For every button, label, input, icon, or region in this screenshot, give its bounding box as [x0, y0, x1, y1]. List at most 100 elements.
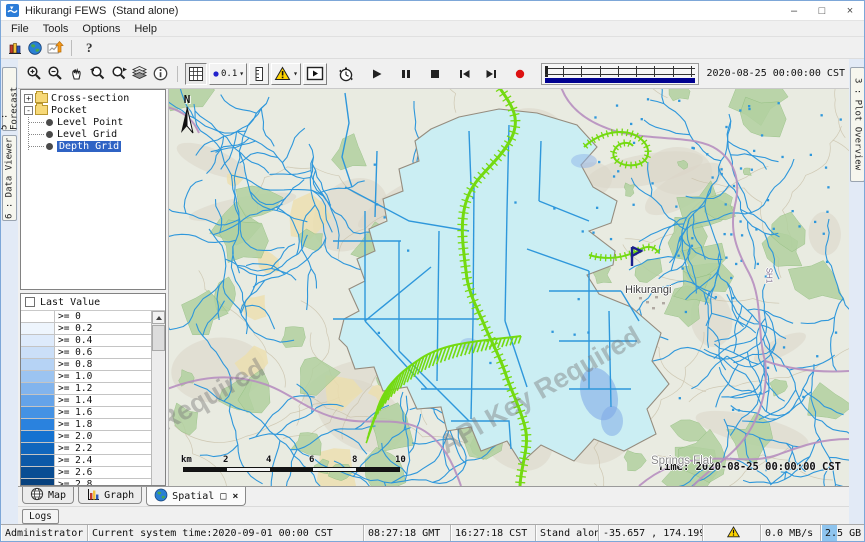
scale-ruler-button[interactable]	[249, 63, 269, 85]
warning-icon[interactable]	[727, 526, 740, 541]
gauge-dot	[721, 173, 723, 175]
gauge-dot	[679, 397, 681, 399]
play-button[interactable]	[367, 64, 388, 84]
gauge-dot	[677, 255, 679, 257]
time-slider[interactable]	[541, 63, 699, 85]
last-value-checkbox[interactable]	[25, 297, 35, 307]
dock-tab-3-plot-overview[interactable]: 3 : Plot Overview	[850, 67, 865, 182]
spatial-globe-icon	[154, 488, 168, 505]
zoom-next-icon[interactable]	[108, 64, 129, 84]
status-warning-cell[interactable]	[703, 525, 761, 541]
spatial-display-icon[interactable]	[25, 39, 45, 57]
time-tick	[563, 66, 564, 77]
scrollbar-thumb[interactable]	[152, 325, 165, 351]
layers-icon[interactable]	[129, 64, 150, 84]
set-time-icon[interactable]	[336, 64, 357, 84]
main-toolbar: ?	[1, 37, 864, 59]
data-display-icon[interactable]	[45, 39, 65, 57]
threshold-dropdown-button[interactable]: 0.1 ▾	[209, 63, 247, 85]
time-slider-range-bar	[545, 78, 695, 83]
gauge-dot	[826, 261, 828, 263]
tab-spatial[interactable]: Spatial□×	[146, 487, 246, 506]
tab-close-icon[interactable]: ×	[232, 491, 238, 502]
dock-tab-6-data-viewer[interactable]: 6 : Data Viewer	[2, 135, 17, 221]
help-button[interactable]: ?	[78, 40, 101, 56]
tree-item-label: Depth Grid	[57, 141, 121, 152]
explorer-icon[interactable]	[5, 39, 25, 57]
info-icon[interactable]	[150, 64, 171, 84]
menu-file[interactable]: File	[4, 23, 36, 35]
gauge-dot	[633, 142, 635, 144]
scrollbar-track[interactable]	[152, 351, 165, 486]
building	[662, 302, 665, 304]
maximize-button[interactable]: □	[808, 5, 836, 17]
legend-panel: Last Value >= 0>= 0.2>= 0.4>= 0.6>= 0.8>…	[20, 293, 166, 486]
gauge-dot	[759, 392, 761, 394]
tree-item-level-grid[interactable]: Level Grid	[21, 128, 165, 140]
legend-label: >= 2.0	[55, 431, 151, 442]
gauge-dot	[725, 126, 727, 128]
legend-row: >= 1.6	[21, 407, 151, 419]
zoom-out-icon[interactable]	[45, 64, 66, 84]
status-cell-0-0-mb-s: 0.0 MB/s	[761, 525, 821, 541]
threshold-value: 0.1	[221, 69, 237, 79]
tree-item-depth-grid[interactable]: Depth Grid	[21, 140, 165, 152]
scroll-up-button[interactable]	[152, 311, 165, 324]
tab-graph[interactable]: Graph	[78, 487, 142, 504]
legend-scrollbar[interactable]	[151, 311, 165, 486]
tree-item-label: Level Point	[57, 117, 123, 128]
arrow-up-icon	[156, 316, 162, 320]
cross-section-tick	[521, 435, 531, 436]
legend-row: >= 2.6	[21, 467, 151, 479]
logs-button[interactable]: Logs	[22, 509, 59, 524]
dock-tab-5-forecast[interactable]: 5 : Forecast	[2, 67, 17, 131]
north-label: N	[179, 93, 195, 106]
chevron-down-icon: ▾	[239, 69, 244, 78]
zoom-previous-icon[interactable]	[87, 64, 108, 84]
cross-section-tick	[458, 242, 468, 243]
tree-item-pocket[interactable]: - Pocket	[21, 104, 165, 116]
tree-branch-line	[29, 122, 44, 123]
gauge-dot	[732, 409, 734, 411]
status-bar: AdministratorCurrent system time:2020-09…	[1, 524, 865, 541]
menu-tools[interactable]: Tools	[36, 23, 76, 35]
tree-expander-icon[interactable]: +	[24, 94, 33, 103]
tab-maximize-icon[interactable]: □	[220, 491, 226, 502]
tree-item-level-point[interactable]: Level Point	[21, 116, 165, 128]
legend-row: >= 2.4	[21, 455, 151, 467]
close-button[interactable]: ×	[836, 5, 864, 17]
time-slider-track[interactable]	[545, 66, 695, 76]
node-bullet-icon	[46, 119, 53, 126]
legend-row: >= 1.4	[21, 395, 151, 407]
gauge-dot	[751, 169, 753, 171]
menu-help[interactable]: Help	[127, 23, 164, 35]
thresholds-warning-button[interactable]: ▾	[271, 63, 301, 85]
tree-item-label: Pocket	[51, 105, 87, 116]
gauge-dot	[761, 134, 763, 136]
pause-button[interactable]	[396, 64, 417, 84]
gauge-dot	[767, 367, 769, 369]
app-icon	[6, 4, 19, 17]
animation-button[interactable]	[303, 63, 327, 85]
minimize-button[interactable]: –	[780, 5, 808, 17]
map-canvas[interactable]: API Key Required API Key Required N km 2…	[169, 89, 849, 486]
gauge-dot	[378, 332, 380, 334]
gauge-dot	[720, 168, 722, 170]
tab-map[interactable]: Map	[22, 487, 74, 504]
gauge-dot	[685, 311, 687, 313]
zoom-in-icon[interactable]	[24, 64, 45, 84]
menu-options[interactable]: Options	[75, 23, 127, 35]
chevron-down-icon: ▾	[293, 69, 298, 78]
gauge-dot	[741, 234, 743, 236]
pan-hand-icon[interactable]	[66, 64, 87, 84]
gauge-dot	[826, 211, 828, 213]
skip-to-end-button[interactable]	[481, 64, 502, 84]
grid-display-button[interactable]	[185, 63, 207, 85]
gauge-dot	[708, 292, 710, 294]
skip-to-start-button[interactable]	[454, 64, 475, 84]
stop-button[interactable]	[425, 64, 446, 84]
legend-label: >= 0.4	[55, 335, 151, 346]
tree-expander-icon[interactable]: -	[24, 106, 33, 115]
time-slider-handle[interactable]	[545, 66, 548, 77]
record-button[interactable]	[510, 64, 531, 84]
